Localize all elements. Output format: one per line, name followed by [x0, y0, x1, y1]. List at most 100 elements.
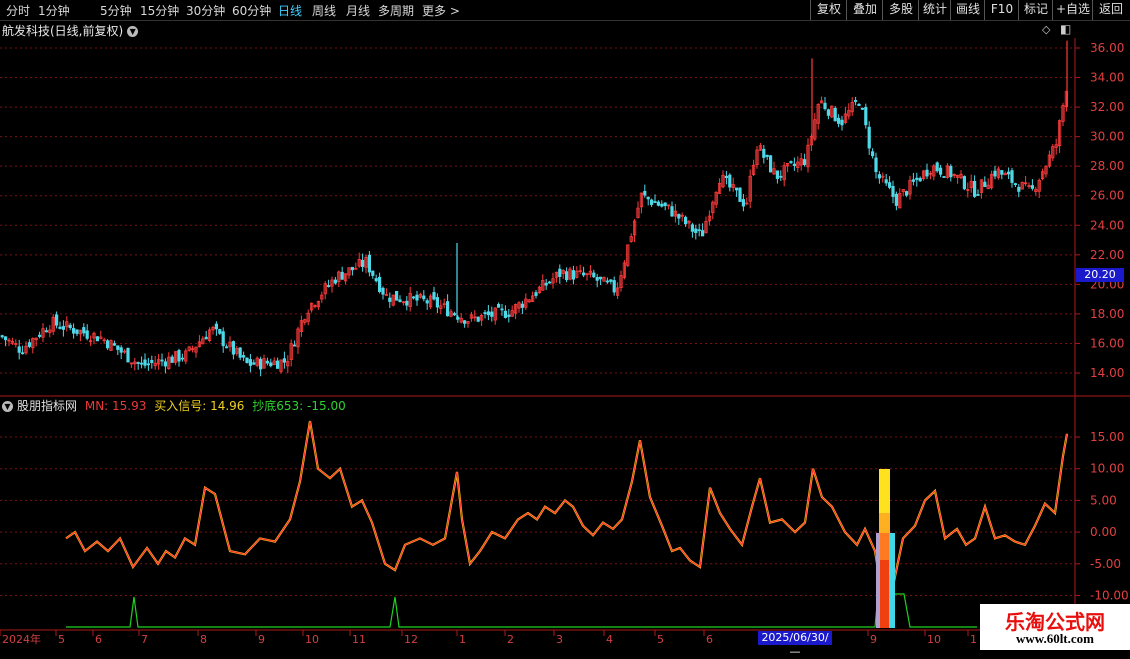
indicator-name: 股朋指标网 — [17, 399, 78, 413]
candle-body — [663, 202, 667, 207]
indicator-axis-label: 15.00 — [1090, 430, 1124, 444]
candle-body — [106, 340, 110, 349]
price-axis-label: 34.00 — [1090, 71, 1124, 85]
candle-body — [1007, 171, 1011, 175]
candle-body — [646, 196, 650, 200]
candle-body — [837, 117, 841, 124]
time-axis-label: 2 — [507, 633, 514, 646]
candle-body — [82, 327, 86, 334]
time-axis-label: 10 — [927, 633, 941, 646]
candle-body — [405, 300, 409, 306]
candle-body — [741, 199, 746, 207]
candle-body — [112, 343, 116, 346]
time-axis-label: 12 — [404, 633, 418, 646]
candle-body — [888, 182, 892, 188]
candle-body — [282, 358, 287, 363]
candle-body — [677, 213, 681, 219]
candle-body — [245, 357, 249, 364]
candle-body — [891, 185, 895, 197]
time-axis-label: 5 — [58, 633, 65, 646]
candle-body — [218, 329, 222, 334]
candle-body — [724, 175, 729, 179]
candle-body — [394, 290, 399, 301]
candle-body — [911, 179, 916, 182]
candle-body — [350, 266, 355, 271]
candle-body — [160, 359, 164, 362]
candle-body — [684, 216, 688, 225]
candle-body — [571, 270, 576, 280]
candle-body — [701, 230, 705, 237]
candle-body — [507, 314, 511, 317]
indicator-axis-label: -5.00 — [1090, 557, 1121, 571]
candle-body — [367, 254, 372, 273]
price-axis-label: 22.00 — [1090, 248, 1124, 262]
kline-chart[interactable]: 36.0034.0032.0030.0028.0026.0024.0022.00… — [0, 0, 1130, 650]
watermark: 乐淘公式网 www.60lt.com — [980, 604, 1130, 650]
panel-toggle-icon[interactable]: ◧ — [1060, 22, 1071, 36]
price-axis-label: 14.00 — [1090, 366, 1124, 380]
chevron-down-icon[interactable]: ▼ — [2, 401, 13, 412]
candle-body — [565, 271, 569, 281]
candle-body — [435, 297, 440, 308]
candle-body — [860, 107, 865, 110]
time-axis-label: 1 — [459, 633, 466, 646]
time-axis-label: 7 — [141, 633, 148, 646]
candle-body — [765, 154, 769, 157]
candle-body — [0, 335, 4, 338]
candle-body — [826, 109, 831, 116]
candle-body — [976, 194, 980, 196]
candle-body — [483, 312, 487, 315]
candle-body — [398, 299, 402, 303]
indicator-header: ▼ 股朋指标网 MN: 15.93 买入信号: 14.96 抄底653: -15.… — [2, 397, 346, 414]
price-axis-label: 16.00 — [1090, 336, 1124, 350]
candle-body — [599, 276, 603, 280]
candle-body — [476, 316, 480, 322]
indicator-axis-label: 5.00 — [1090, 493, 1117, 507]
candle-body — [452, 313, 457, 316]
candle-body — [231, 341, 235, 355]
time-axis-label: 2024年 — [2, 632, 41, 646]
indicator-axis-label: -10.00 — [1090, 589, 1129, 603]
candle-body — [653, 201, 657, 203]
candle-body — [496, 303, 501, 308]
indicator-axis-label: 0.00 — [1090, 525, 1117, 539]
time-axis-label: 9 — [258, 633, 265, 646]
candle-body — [75, 329, 79, 334]
candle-body — [905, 191, 909, 196]
time-axis-label: 10 — [305, 633, 319, 646]
candle-body — [214, 323, 218, 330]
candle-body — [884, 179, 888, 184]
candle-body — [775, 170, 780, 179]
candle-body — [544, 282, 548, 286]
diamond-icon[interactable]: ◇ — [1042, 23, 1050, 36]
candle-body — [126, 347, 130, 363]
candle-body — [139, 362, 144, 365]
candle-body — [609, 279, 613, 282]
candle-body — [150, 359, 154, 363]
candle-body — [204, 336, 208, 340]
candle-body — [660, 203, 664, 207]
candle-body — [136, 362, 140, 364]
candle-body — [857, 103, 861, 106]
bottom-signal-line — [66, 593, 977, 628]
candle-body — [486, 311, 491, 316]
candle-body — [377, 276, 382, 292]
candle-body — [163, 361, 167, 367]
price-axis-label: 30.00 — [1090, 130, 1124, 144]
candle-body — [728, 174, 732, 188]
time-axis-label: 1 — [970, 633, 977, 646]
candle-body — [1017, 186, 1021, 192]
price-axis-label: 26.00 — [1090, 189, 1124, 203]
price-axis-label: 24.00 — [1090, 218, 1124, 232]
candle-body — [55, 314, 59, 326]
candle-body — [170, 356, 174, 363]
candle-body — [1010, 170, 1014, 183]
signal-bar-mid — [879, 513, 890, 533]
candle-body — [864, 106, 868, 126]
candle-body — [326, 285, 331, 287]
candle-body — [670, 206, 674, 217]
price-axis-label: 36.00 — [1090, 41, 1124, 55]
candle-body — [143, 359, 147, 366]
mn-line — [65, 421, 1068, 601]
signal-bar-top — [879, 469, 890, 513]
